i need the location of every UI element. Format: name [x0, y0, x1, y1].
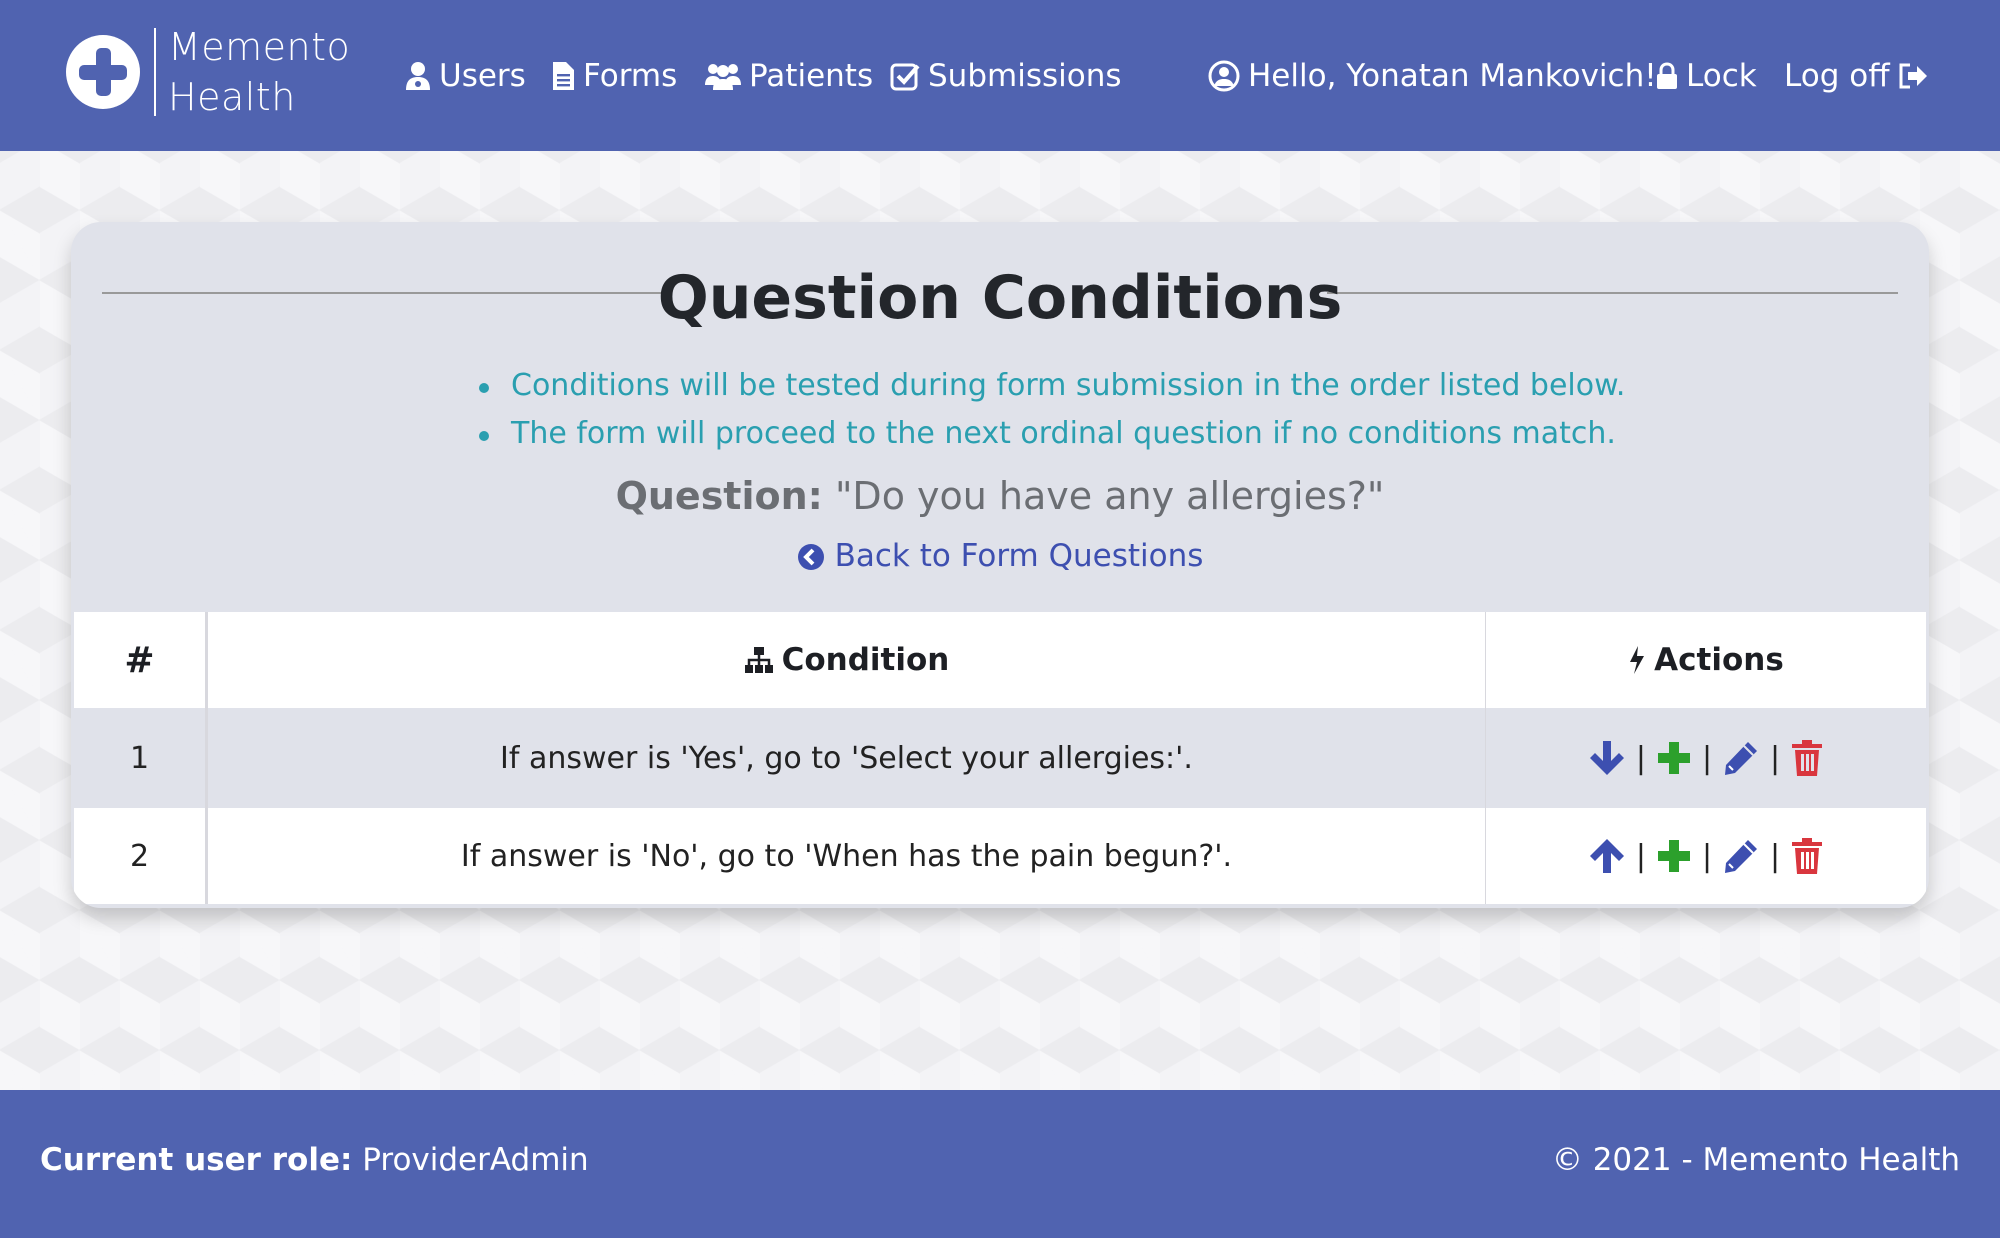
pencil-icon [1725, 840, 1758, 873]
nav-users[interactable]: Users [405, 54, 526, 98]
back-link-label: Back to Form Questions [834, 538, 1204, 574]
row-number: 2 [74, 808, 208, 904]
plus-icon [1657, 742, 1690, 774]
user-circle-icon [1208, 60, 1240, 92]
action-separator: | [1770, 838, 1781, 874]
brand-divider [154, 28, 156, 116]
trash-icon [1792, 740, 1823, 776]
row-actions: | | | [1486, 708, 1926, 808]
back-to-form-questions-link[interactable]: Back to Form Questions [71, 534, 1929, 578]
bolt-icon [1630, 646, 1645, 674]
lock-icon [1657, 62, 1677, 89]
notes-list: Conditions will be tested during form su… [471, 362, 1625, 458]
plus-icon [1657, 840, 1690, 872]
row-condition: If answer is 'No', go to 'When has the p… [208, 808, 1486, 904]
nav-lock-label: Lock [1686, 58, 1757, 94]
sign-out-icon [1899, 63, 1927, 89]
action-separator: | [1635, 838, 1646, 874]
add-condition-button[interactable] [1656, 838, 1692, 874]
row-condition: If answer is 'Yes', go to 'Select your a… [208, 708, 1486, 808]
nav-logoff[interactable]: Log off [1784, 54, 1928, 98]
nav-user-greeting[interactable]: Hello, Yonatan Mankovich! [1208, 54, 1657, 98]
trash-icon [1792, 838, 1823, 874]
move-down-button[interactable] [1588, 739, 1626, 777]
brand-name-line1: Memento [168, 25, 351, 69]
nav-patients-label: Patients [749, 58, 874, 94]
arrow-down-icon [1589, 741, 1624, 775]
role-value: ProviderAdmin [362, 1142, 589, 1178]
users-group-icon [705, 64, 741, 90]
nav-forms-label: Forms [583, 58, 678, 94]
brand-name-line2: Health [168, 75, 296, 119]
arrow-up-icon [1589, 839, 1624, 873]
table-header-row: # Condition Actions [74, 612, 1926, 708]
nav-logoff-label: Log off [1784, 58, 1890, 94]
question-label: Question: [615, 474, 823, 518]
row-number: 1 [74, 708, 208, 808]
user-doctor-icon [406, 62, 430, 90]
page-title: Question Conditions [657, 263, 1343, 333]
medical-cross-logo-icon [66, 35, 140, 109]
nav-users-label: Users [439, 58, 526, 94]
conditions-card: Question Conditions Conditions will be t… [71, 222, 1929, 908]
chevron-circle-left-icon [797, 544, 824, 570]
note-item: Conditions will be tested during form su… [471, 362, 1625, 410]
nav-submissions-label: Submissions [928, 58, 1122, 94]
move-up-button[interactable] [1588, 837, 1626, 875]
brand[interactable]: Memento Health [66, 25, 350, 119]
role-label: Current user role: [40, 1142, 353, 1178]
top-navbar: Memento Health Users Forms Patients Subm… [0, 0, 2000, 151]
add-condition-button[interactable] [1656, 740, 1692, 776]
delete-condition-button[interactable] [1790, 837, 1824, 875]
nav-greeting-label: Hello, Yonatan Mankovich! [1248, 58, 1657, 94]
header-number: # [74, 612, 208, 708]
copyright: © 2021 - Memento Health [1551, 1142, 1960, 1178]
action-separator: | [1770, 740, 1781, 776]
table-row: 1 If answer is 'Yes', go to 'Select your… [74, 708, 1926, 808]
note-item: The form will proceed to the next ordina… [471, 410, 1616, 458]
nav-forms[interactable]: Forms [551, 54, 677, 98]
question-heading: Question: "Do you have any allergies?" [71, 470, 1929, 522]
pencil-icon [1725, 742, 1758, 775]
edit-condition-button[interactable] [1722, 837, 1760, 875]
header-actions-label: Actions [1654, 642, 1784, 678]
delete-condition-button[interactable] [1790, 739, 1824, 777]
footer: Current user role: ProviderAdmin © 2021 … [0, 1090, 2000, 1238]
nav-patients[interactable]: Patients [705, 54, 873, 98]
row-actions: | | | [1486, 808, 1926, 904]
current-user-role: Current user role: ProviderAdmin [40, 1142, 589, 1178]
nav-submissions[interactable]: Submissions [890, 54, 1122, 98]
nav-lock[interactable]: Lock [1656, 54, 1757, 98]
action-separator: | [1701, 838, 1713, 874]
table-row: 2 If answer is 'No', go to 'When has the… [74, 808, 1926, 904]
header-condition-label: Condition [781, 642, 950, 678]
question-text: "Do you have any allergies?" [834, 474, 1385, 518]
action-separator: | [1701, 740, 1713, 776]
edit-condition-button[interactable] [1722, 739, 1760, 777]
sitemap-icon [744, 647, 773, 673]
action-separator: | [1635, 740, 1646, 776]
header-actions: Actions [1486, 612, 1926, 708]
check-square-icon [890, 63, 920, 91]
header-condition: Condition [208, 612, 1486, 708]
file-text-icon [553, 62, 574, 90]
brand-name: Memento Health [168, 22, 350, 122]
